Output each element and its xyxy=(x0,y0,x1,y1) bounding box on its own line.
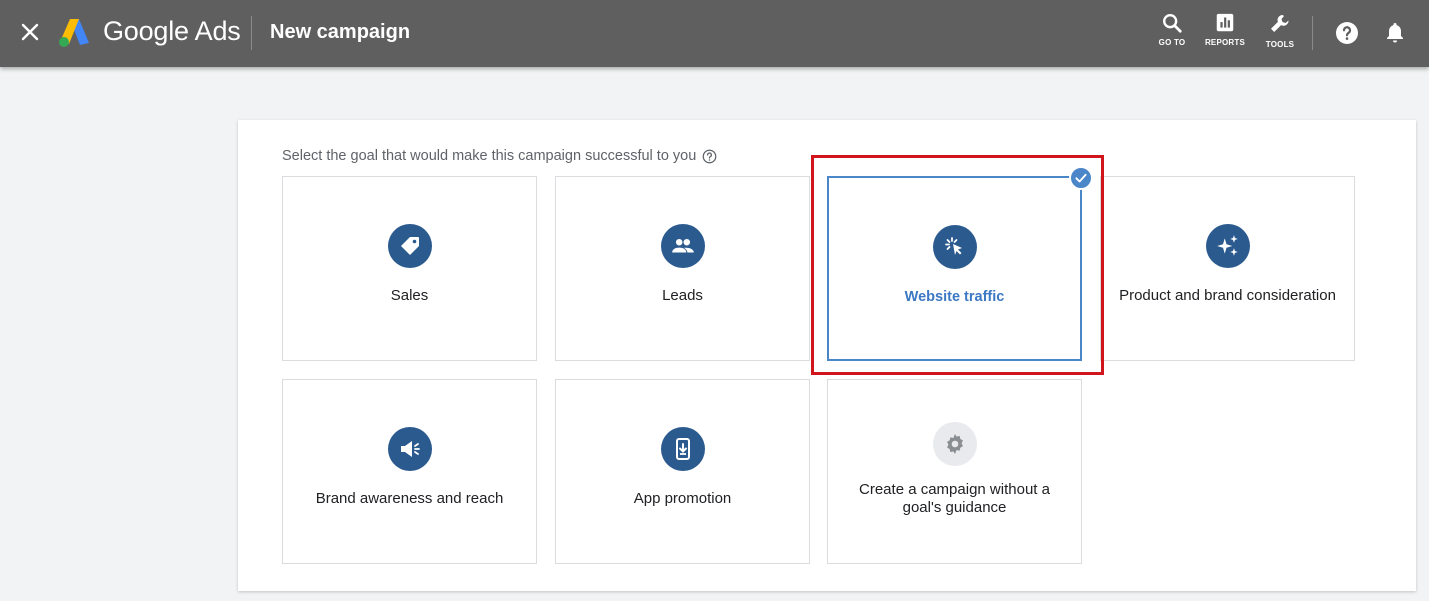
megaphone-icon xyxy=(387,427,432,471)
tag-icon xyxy=(387,224,432,268)
search-icon xyxy=(1163,14,1182,33)
goal-label: Brand awareness and reach xyxy=(315,490,504,507)
goal-label: Create a campaign without a goal's guida… xyxy=(859,481,1050,516)
goal-card-sales[interactable]: Sales xyxy=(282,176,537,361)
goal-card-no-guidance[interactable]: Create a campaign without a goal's guida… xyxy=(827,379,1082,564)
goal-label: App promotion xyxy=(633,490,732,507)
top-bar: Google Ads New campaign GO TO REPORTS TO… xyxy=(0,0,1429,67)
sparkle-icon xyxy=(1205,224,1250,268)
goal-card-website-traffic[interactable]: Website traffic xyxy=(827,176,1082,361)
goto-label: GO TO xyxy=(1158,38,1186,47)
notifications-bell-icon[interactable] xyxy=(1383,20,1407,44)
gear-icon xyxy=(932,422,977,466)
goal-card-product-brand-consideration[interactable]: Product and brand consideration xyxy=(1100,176,1355,361)
google-ads-logo-icon xyxy=(56,16,92,48)
help-outline-icon[interactable] xyxy=(702,149,717,164)
reports-button[interactable]: REPORTS xyxy=(1200,12,1250,56)
goal-card-leads[interactable]: Leads xyxy=(555,176,810,361)
help-icon[interactable] xyxy=(1335,21,1359,45)
header-divider xyxy=(251,16,252,50)
goal-label: Sales xyxy=(390,287,429,304)
page-title: New campaign xyxy=(270,21,411,43)
people-icon xyxy=(660,224,705,268)
brand-name: Google Ads xyxy=(103,16,241,46)
phone-download-icon xyxy=(660,427,705,471)
bar-chart-icon xyxy=(1216,13,1234,32)
goal-prompt-text: Select the goal that would make this cam… xyxy=(282,148,697,164)
tools-button[interactable]: TOOLS xyxy=(1255,12,1305,56)
goal-card-brand-awareness-reach[interactable]: Brand awareness and reach xyxy=(282,379,537,564)
goal-prompt: Select the goal that would make this cam… xyxy=(282,148,717,164)
goal-card-app-promotion[interactable]: App promotion xyxy=(555,379,810,564)
reports-label: REPORTS xyxy=(1204,38,1246,47)
header-divider-right xyxy=(1312,16,1313,50)
goal-label: Website traffic xyxy=(904,289,1005,305)
selected-check-icon xyxy=(1069,166,1093,190)
goal-label: Leads xyxy=(662,287,703,304)
goal-label: Product and brand consideration xyxy=(1119,287,1336,304)
tools-label: TOOLS xyxy=(1265,40,1295,49)
wrench-icon xyxy=(1271,15,1289,32)
goto-button[interactable]: GO TO xyxy=(1147,12,1197,56)
cursor-click-icon xyxy=(932,225,977,269)
close-icon[interactable] xyxy=(18,20,42,44)
